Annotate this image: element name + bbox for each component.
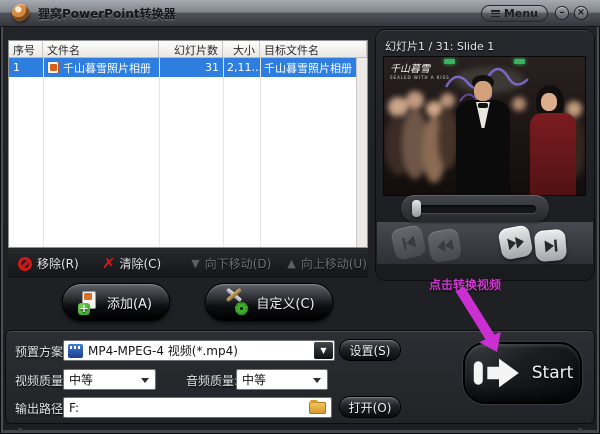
table-vertical-scrollbar[interactable] [356,58,367,247]
fast-forward-icon [506,236,524,250]
col-header-filename[interactable]: 文件名 [43,41,159,57]
add-button[interactable]: + 添加(A) [62,283,170,321]
start-arrow-icon [473,358,519,388]
mp4-format-icon [68,343,83,358]
menu-icon [490,10,500,17]
column-divider [260,58,261,247]
add-button-label: 添加(A) [106,296,153,312]
start-button-label: Start [531,363,574,383]
menu-button[interactable]: Menu [480,5,548,22]
remove-label: 移除(R) [37,257,79,271]
settings-button[interactable]: 设置(S) [339,339,401,361]
video-quality-value: 中等 [69,373,94,387]
audio-quality-value: 中等 [242,373,267,387]
previous-slide-button[interactable] [426,227,463,264]
preset-label: 预置方案: [15,345,68,359]
customize-tools-icon [223,287,249,315]
open-folder-button[interactable]: 打开(O) [339,396,401,418]
skip-start-icon [401,235,416,250]
preset-value: MP4-MPEG-4 视频(*.mp4) [88,344,238,358]
panel-screw-decoration [578,426,583,431]
clear-icon: ✗ [101,255,116,272]
preset-combobox[interactable]: MP4-MPEG-4 视频(*.mp4) ▼ [63,340,335,361]
add-file-icon: + [77,291,98,315]
start-button[interactable]: Start [463,342,582,404]
video-quality-select[interactable]: 中等 [63,369,156,390]
preview-panel: 幻灯片1 / 31: Slide 1 千山暮雪 SEALED WITH A KI… [376,30,594,280]
chevron-down-icon [141,378,149,383]
col-header-target[interactable]: 目标文件名 [260,41,367,57]
conversion-hint-text: 点击转换视频 [429,278,502,292]
exit-sign [514,59,525,64]
cell-filename-text: 千山暮雪照片相册 [63,61,151,75]
clear-button[interactable]: ✗ 清除(C) [101,255,162,272]
chevron-down-icon [313,378,321,383]
table-row-selected[interactable]: 1 千山暮雪照片相册 31 2,11... 千山暮雪照片相册 [9,58,356,77]
seek-slider-track[interactable] [416,205,536,213]
move-down-button[interactable]: ▼ 向下移动(D) [191,255,271,272]
output-path-field-wrap [63,397,332,418]
video-quality-label: 视频质量: [15,374,68,388]
col-header-slides[interactable]: 幻灯片数 [159,41,223,57]
slide-preview-image: 千山暮雪 SEALED WITH A KISS [383,56,586,196]
move-up-label: 向上移动(U) [300,257,367,271]
audio-quality-select[interactable]: 中等 [236,369,328,390]
cell-size: 2,11... [227,61,260,74]
watermark-title: 千山暮雪 [390,64,430,75]
last-slide-button[interactable] [533,228,568,263]
menu-button-label: Menu [503,7,538,20]
col-header-index[interactable]: 序号 [9,41,43,57]
col-header-size[interactable]: 大小 [223,41,260,57]
skip-end-icon [543,238,558,253]
cell-target: 千山暮雪照片相册 [264,61,352,75]
minimize-button[interactable]: – [555,6,569,20]
drama-watermark: 千山暮雪 SEALED WITH A KISS [390,64,450,80]
move-down-label: 向下移动(D) [204,257,272,271]
column-divider [43,58,44,247]
remove-icon [18,256,32,271]
cell-index: 1 [13,61,20,74]
column-divider [159,58,160,247]
audio-quality-label: 音频质量: [186,374,239,388]
seek-slider-thumb[interactable] [412,200,421,217]
app-window: 狸窝PowerPoint转换器 Menu – × 序号 文件名 幻灯片数 大小 … [0,0,600,434]
clear-label: 清除(C) [119,257,162,271]
move-down-icon: ▼ [191,257,200,270]
output-path-input[interactable] [64,398,331,417]
app-title: 狸窝PowerPoint转换器 [38,6,176,21]
slide-counter-label: 幻灯片1 / 31: Slide 1 [385,40,495,53]
move-up-button[interactable]: ▲ 向上移动(U) [287,255,367,272]
cell-filename: 千山暮雪照片相册 [43,60,159,76]
customize-button-label: 自定义(C) [256,296,315,312]
list-toolbar: 移除(R) ✗ 清除(C) ▼ 向下移动(D) ▲ 向上移动(U) [8,249,368,278]
column-divider [223,58,224,247]
table-header: 序号 文件名 幻灯片数 大小 目标文件名 [9,41,367,58]
seek-slider [401,195,549,222]
title-bar: 狸窝PowerPoint转换器 Menu – × [0,0,600,27]
file-list-table: 序号 文件名 幻灯片数 大小 目标文件名 1 千山暮雪照片相册 31 2,11.… [8,40,368,248]
customize-button[interactable]: 自定义(C) [205,283,333,321]
cell-slides: 31 [205,61,219,74]
output-path-label: 输出路径: [15,402,68,416]
move-up-icon: ▲ [287,257,296,270]
rewind-icon [436,238,454,252]
folder-browse-icon[interactable] [309,400,326,414]
watermark-subtitle: SEALED WITH A KISS [390,75,450,80]
close-button[interactable]: × [574,6,588,20]
app-logo-icon [12,4,30,22]
panel-screw-decoration [18,426,23,431]
settings-panel: 预置方案: MP4-MPEG-4 视频(*.mp4) ▼ 设置(S) 视频质量:… [5,330,595,424]
powerpoint-file-icon [47,60,59,74]
preset-dropdown-button[interactable]: ▼ [314,342,333,359]
remove-button[interactable]: 移除(R) [18,255,79,272]
